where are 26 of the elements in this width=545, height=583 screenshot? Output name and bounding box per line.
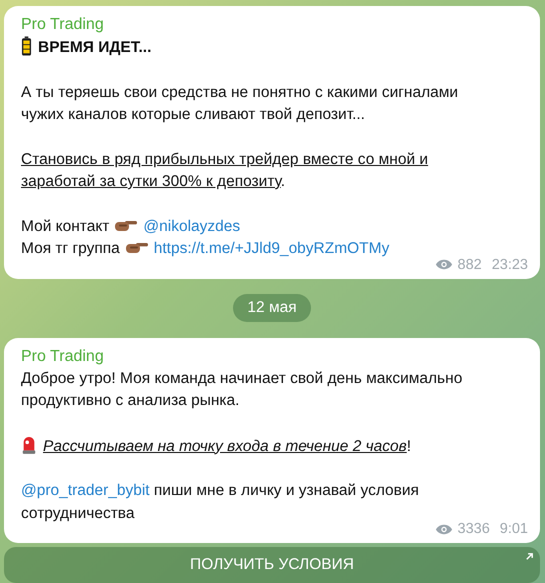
siren-icon (21, 434, 37, 454)
message-link[interactable]: https://t.me/+JJld9_obyRZmOTMy (154, 240, 390, 257)
message-text: Доброе утро! Моя команда начинает свой день максимально продуктивно с анализа рынка. (21, 368, 464, 411)
eye-icon (434, 524, 452, 534)
date-badge: 12 мая (233, 294, 311, 322)
message-text: А ты теряешь свои средства не понятно с какими сигналами чужих каналов которые сливают твой депозит... (21, 82, 460, 125)
message-time: 9:01 (500, 521, 528, 537)
message-text: ! (406, 438, 412, 454)
message-text: Рассчитываем на точку входа в течение 2 часов (43, 438, 407, 454)
eye-icon (434, 259, 452, 270)
message-text: @pro_trader_bybit пиши мне в личку и узнавай условия сотрудничества (21, 481, 420, 524)
message-link[interactable]: @nikolayzdes (143, 218, 240, 234)
channel-name[interactable]: Pro Trading (21, 14, 104, 36)
channel-name[interactable]: Pro Trading (21, 346, 104, 368)
pointing-hand-icon (124, 240, 149, 254)
arrow-icon (525, 552, 534, 561)
view-count: 882 (458, 256, 482, 272)
message-text: Моя тг группа (21, 240, 120, 257)
message-time: 23:23 (492, 256, 528, 272)
message-text: Мой контакт (21, 218, 110, 234)
view-count: 3336 (458, 521, 490, 537)
inline-button[interactable]: ПОЛУЧИТЬ УСЛОВИЯ (4, 547, 540, 583)
message-heading: ВРЕМЯ ИДЕТ... (38, 39, 152, 56)
message-link[interactable]: @pro_trader_bybit (21, 482, 150, 499)
battery-icon (21, 36, 32, 56)
message-text: Становись в ряд прибыльных трейдер вместе со мной и заработай за сутки 300% к депозиту. (21, 150, 430, 192)
